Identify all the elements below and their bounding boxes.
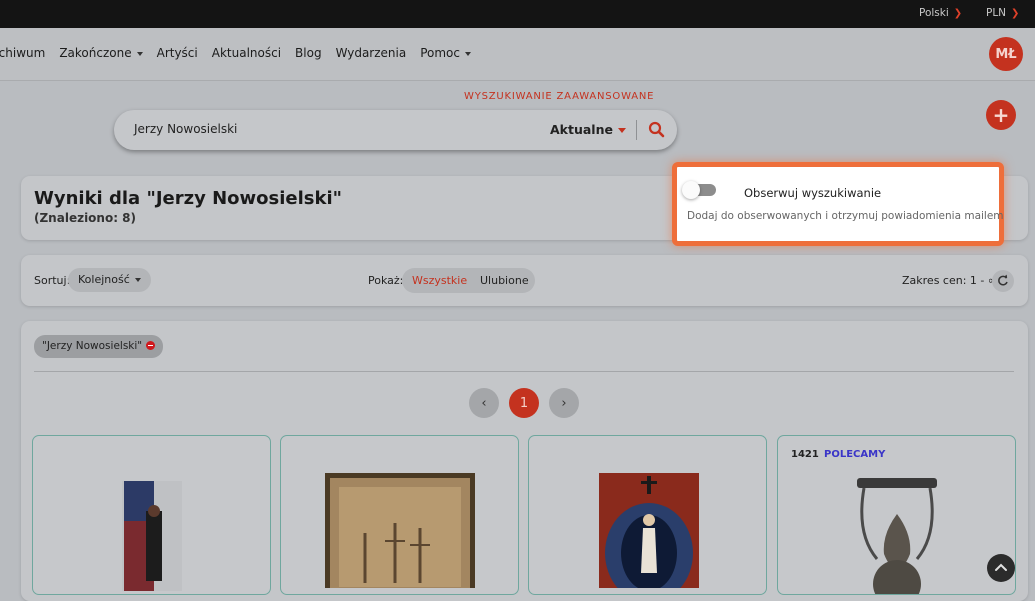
auction-item-card[interactable] xyxy=(32,435,271,595)
item-image xyxy=(857,478,937,594)
nav-item-help[interactable]: Pomoc xyxy=(420,46,471,60)
item-image xyxy=(599,473,699,588)
auction-item-card[interactable]: 1421 POLECAMY xyxy=(777,435,1016,595)
caret-down-icon xyxy=(465,51,471,56)
remove-icon[interactable] xyxy=(146,341,156,350)
page-1-button[interactable]: 1 xyxy=(509,388,539,418)
page-title: Wyniki dla "Jerzy Nowosielski" xyxy=(34,188,343,209)
results-count: (Znaleziono: 8) xyxy=(34,211,137,225)
watch-search-description: Dodaj do obserwowanych i otrzymuj powiad… xyxy=(687,210,1004,222)
search-icon xyxy=(648,121,665,138)
nav-item-label: Zakończone xyxy=(59,46,132,60)
user-avatar[interactable]: MŁ xyxy=(989,37,1023,71)
nav-item-label: Artyści xyxy=(156,46,198,60)
search-button[interactable] xyxy=(646,119,668,141)
item-number: 1421 xyxy=(791,449,819,460)
item-image xyxy=(122,481,182,591)
plus-icon: + xyxy=(992,103,1010,127)
search-input[interactable]: Jerzy Nowosielski xyxy=(134,122,237,136)
advanced-search-link[interactable]: WYSZUKIWANIE ZAAWANSOWANE xyxy=(464,91,654,102)
price-range[interactable]: Zakres cen: 1 - ∞ xyxy=(902,274,997,287)
active-filter-label: "Jerzy Nowosielski" xyxy=(42,340,143,352)
nav-item-label: Wydarzenia xyxy=(335,46,407,60)
sort-value: Kolejność xyxy=(78,273,130,286)
recommended-badge: POLECAMY xyxy=(824,449,886,460)
refresh-icon xyxy=(998,274,1008,286)
refresh-button[interactable] xyxy=(992,270,1014,292)
chevron-up-icon xyxy=(995,563,1007,571)
nav-item-artists[interactable]: Artyści xyxy=(157,46,198,60)
item-image xyxy=(325,473,475,588)
active-filter-tag[interactable]: "Jerzy Nowosielski" xyxy=(34,335,164,358)
caret-down-icon xyxy=(134,278,141,282)
nav-item-blog[interactable]: Blog xyxy=(295,46,322,60)
caret-down-icon xyxy=(617,128,626,133)
sort-dropdown[interactable]: Kolejność xyxy=(68,268,151,292)
nav-item-events[interactable]: Wydarzenia xyxy=(336,46,407,60)
watch-search-toggle[interactable] xyxy=(682,181,716,199)
caret-down-icon xyxy=(136,51,143,56)
language-selector[interactable]: Polski ❯ xyxy=(919,7,962,19)
currency-label: PLN xyxy=(986,7,1007,19)
search-scope-label: Aktualne xyxy=(550,122,613,137)
top-bar: Polski ❯ PLN ❯ xyxy=(0,0,1035,28)
show-label: Pokaż: xyxy=(368,274,404,287)
nav-item-label: Aktualności xyxy=(211,46,282,60)
sort-label: Sortuj: xyxy=(34,274,71,287)
prev-page-button[interactable]: ‹ xyxy=(469,388,499,418)
chevron-down-icon: ❯ xyxy=(1011,8,1020,19)
currency-selector[interactable]: PLN ❯ xyxy=(986,7,1019,19)
nav-item-archive[interactable]: rchiwum xyxy=(0,46,45,60)
scroll-to-top-button[interactable] xyxy=(987,554,1015,582)
toggle-knob xyxy=(682,181,700,199)
chevron-left-icon: ‹ xyxy=(481,395,487,411)
nav-item-finished[interactable]: Zakończone xyxy=(59,46,143,60)
show-favorites-option[interactable]: Ulubione xyxy=(480,274,529,287)
watch-search-title: Obserwuj wyszukiwanie xyxy=(744,186,882,200)
nav-item-news[interactable]: Aktualności xyxy=(212,46,281,60)
chevron-down-icon: ❯ xyxy=(953,8,963,19)
next-page-button[interactable]: › xyxy=(549,388,579,418)
auction-item-card[interactable] xyxy=(280,435,519,595)
nav-item-label: rchiwum xyxy=(0,46,46,60)
nav-item-label: Blog xyxy=(295,46,322,60)
search-divider xyxy=(636,120,637,140)
nav-item-label: Pomoc xyxy=(420,46,460,60)
search-bar: Jerzy Nowosielski Aktualne xyxy=(114,110,677,150)
nav-menu: rchiwum Zakończone Artyści Aktualności B… xyxy=(0,46,485,60)
divider xyxy=(34,371,1014,372)
show-filter-group: Wszystkie Ulubione xyxy=(402,268,535,293)
show-all-option[interactable]: Wszystkie xyxy=(412,274,467,287)
language-label: Polski xyxy=(919,7,949,19)
auction-item-card[interactable] xyxy=(528,435,767,595)
chevron-right-icon: › xyxy=(561,395,567,411)
watch-search-panel: Obserwuj wyszukiwanie Dodaj do obserwowa… xyxy=(672,162,1004,246)
add-button[interactable]: + xyxy=(986,100,1016,130)
page-number: 1 xyxy=(519,395,529,411)
main-navbar: rchiwum Zakończone Artyści Aktualności B… xyxy=(0,28,1035,81)
search-scope-dropdown[interactable]: Aktualne xyxy=(550,122,626,137)
